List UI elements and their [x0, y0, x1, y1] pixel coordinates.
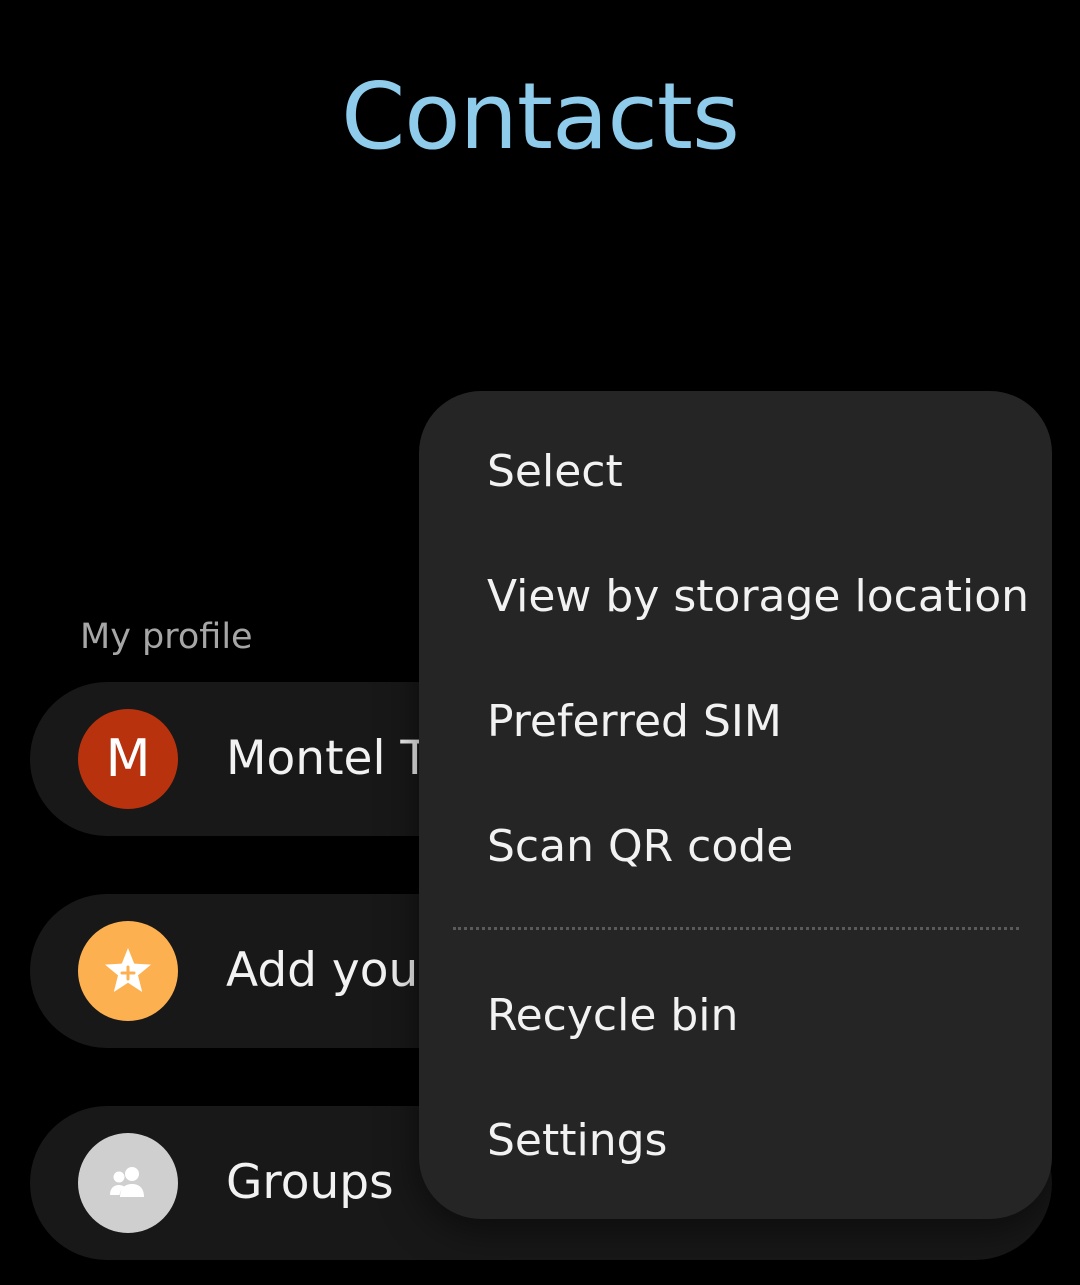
menu-item-settings[interactable]: Settings — [487, 1111, 667, 1171]
people-icon — [110, 1167, 144, 1197]
profile-avatar: M — [78, 709, 178, 809]
profile-name: Montel To — [226, 731, 450, 786]
groups-avatar — [78, 1133, 178, 1233]
avatar-initial: M — [105, 729, 151, 789]
menu-item-recycle-bin[interactable]: Recycle bin — [487, 986, 738, 1046]
overflow-menu: Select View by storage location Preferre… — [419, 391, 1052, 1219]
menu-item-select[interactable]: Select — [487, 442, 623, 502]
star-plus-icon — [105, 948, 151, 992]
menu-item-scan-qr-code[interactable]: Scan QR code — [487, 817, 793, 877]
menu-divider — [453, 927, 1019, 930]
groups-label: Groups — [226, 1155, 394, 1210]
menu-item-preferred-sim[interactable]: Preferred SIM — [487, 692, 782, 752]
favorites-avatar — [78, 921, 178, 1021]
my-profile-section-label: My profile — [80, 617, 253, 657]
page-title: Contacts — [341, 63, 740, 170]
favorites-label: Add your — [226, 943, 438, 998]
menu-item-view-by-storage-location[interactable]: View by storage location — [487, 567, 1029, 627]
